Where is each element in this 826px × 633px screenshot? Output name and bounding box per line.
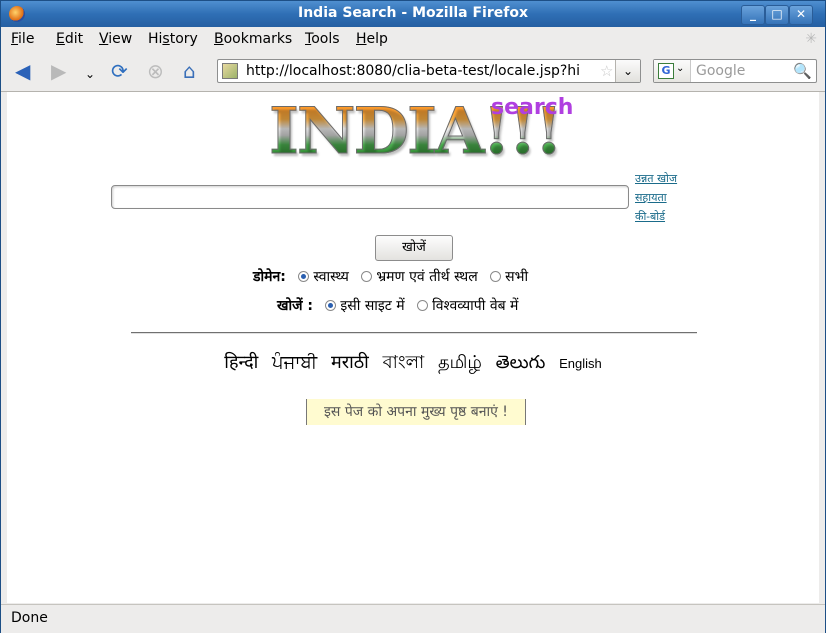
domain-radio-health[interactable]	[298, 271, 310, 282]
throbber-icon: ✳	[805, 31, 817, 47]
scope-option-site[interactable]: इसी साइट में	[340, 298, 404, 314]
search-placeholder[interactable]: Google	[696, 63, 745, 79]
menu-edit[interactable]: Edit	[56, 31, 83, 47]
language-list: हिन्दी ਪੰਜਾਬੀ मराठी বাংলা தமிழ் తెలుగు E…	[7, 348, 819, 379]
home-icon[interactable]: ⌂	[183, 60, 196, 82]
lang-hindi-link[interactable]: हिन्दी	[224, 352, 258, 373]
window-title: India Search - Mozilla Firefox	[298, 5, 528, 21]
advanced-search-link[interactable]: उन्नत खोज	[635, 169, 677, 188]
set-homepage-link[interactable]: इस पेज को अपना मुख्य पृष्ठ बनाएं !	[306, 399, 526, 425]
title-bar: India Search - Mozilla Firefox _ □ ✕	[1, 1, 825, 27]
maximize-button[interactable]: □	[765, 5, 789, 25]
google-icon: G	[658, 63, 674, 79]
menu-file[interactable]: File	[11, 31, 34, 47]
history-dropdown-icon[interactable]: ⌄	[85, 63, 95, 85]
status-text: Done	[11, 610, 48, 626]
navigation-toolbar: ◀ ▶ ⌄ ⟳ ⊗ ⌂ http://localhost:8080/clia-b…	[1, 51, 825, 92]
menu-tools[interactable]: Tools	[305, 31, 340, 47]
site-favicon-icon	[222, 63, 238, 79]
search-input[interactable]	[111, 185, 629, 209]
scope-radio-web[interactable]	[417, 300, 429, 311]
lang-punjabi-link[interactable]: ਪੰਜਾਬੀ	[272, 352, 317, 373]
help-link[interactable]: सहायता	[635, 188, 677, 207]
domain-row: डोमेन: स्वास्थ्य भ्रमण एवं तीर्थ स्थल सभ…	[253, 267, 528, 286]
keyboard-link[interactable]: की-बोर्ड	[635, 207, 677, 226]
status-bar: Done	[1, 604, 825, 633]
close-button[interactable]: ✕	[789, 5, 813, 25]
domain-label: डोमेन:	[253, 269, 286, 285]
menu-view[interactable]: View	[99, 31, 132, 47]
back-icon[interactable]: ◀	[15, 60, 30, 82]
menu-bookmarks[interactable]: Bookmarks	[214, 31, 292, 47]
bookmark-star-icon[interactable]: ☆	[600, 62, 613, 80]
lang-bengali-link[interactable]: বাংলা	[383, 352, 425, 373]
domain-radio-tourism[interactable]	[361, 271, 373, 282]
reload-icon[interactable]: ⟳	[111, 60, 128, 82]
menu-help[interactable]: Help	[356, 31, 388, 47]
scope-option-web[interactable]: विश्वव्यापी वेब में	[432, 298, 518, 314]
web-search-box[interactable]: G ⌄ Google 🔍	[653, 59, 817, 83]
side-links: उन्नत खोज सहायता की-बोर्ड	[635, 169, 677, 226]
chevron-down-icon: ⌄	[676, 63, 685, 74]
lang-tamil-link[interactable]: தமிழ்	[438, 352, 482, 373]
search-button[interactable]: खोजें	[375, 235, 453, 261]
scope-row: खोजें : इसी साइट में विश्वव्यापी वेब में	[277, 296, 518, 315]
lang-telugu-link[interactable]: తెలుగు	[496, 352, 546, 373]
forward-icon[interactable]: ▶	[51, 60, 66, 82]
url-bar[interactable]: http://localhost:8080/clia-beta-test/loc…	[217, 59, 641, 83]
logo-sub-text: search	[491, 95, 574, 120]
stop-icon[interactable]: ⊗	[147, 60, 164, 82]
india-search-logo: INDIA!!! search	[269, 96, 574, 166]
domain-option-health[interactable]: स्वास्थ्य	[313, 269, 349, 285]
search-engine-button[interactable]: G ⌄	[654, 60, 691, 82]
scope-radio-site[interactable]	[325, 300, 337, 311]
lang-english-link[interactable]: English	[559, 356, 602, 371]
menu-bar: File Edit View History Bookmarks Tools H…	[1, 27, 825, 51]
browser-window: India Search - Mozilla Firefox _ □ ✕ Fil…	[0, 0, 826, 633]
domain-radio-all[interactable]	[490, 271, 502, 282]
divider	[131, 332, 697, 334]
domain-option-tourism[interactable]: भ्रमण एवं तीर्थ स्थल	[376, 269, 477, 285]
scope-label: खोजें :	[277, 298, 313, 314]
minimize-button[interactable]: _	[741, 5, 765, 25]
lang-marathi-link[interactable]: मराठी	[331, 352, 369, 373]
url-text[interactable]: http://localhost:8080/clia-beta-test/loc…	[246, 63, 604, 79]
domain-option-all[interactable]: सभी	[505, 269, 528, 285]
search-icon[interactable]: 🔍	[793, 62, 812, 80]
menu-history[interactable]: History	[148, 31, 198, 47]
page-content: INDIA!!! search उन्नत खोज सहायता की-बोर्…	[7, 92, 819, 603]
url-dropdown-icon[interactable]: ⌄	[615, 60, 640, 82]
